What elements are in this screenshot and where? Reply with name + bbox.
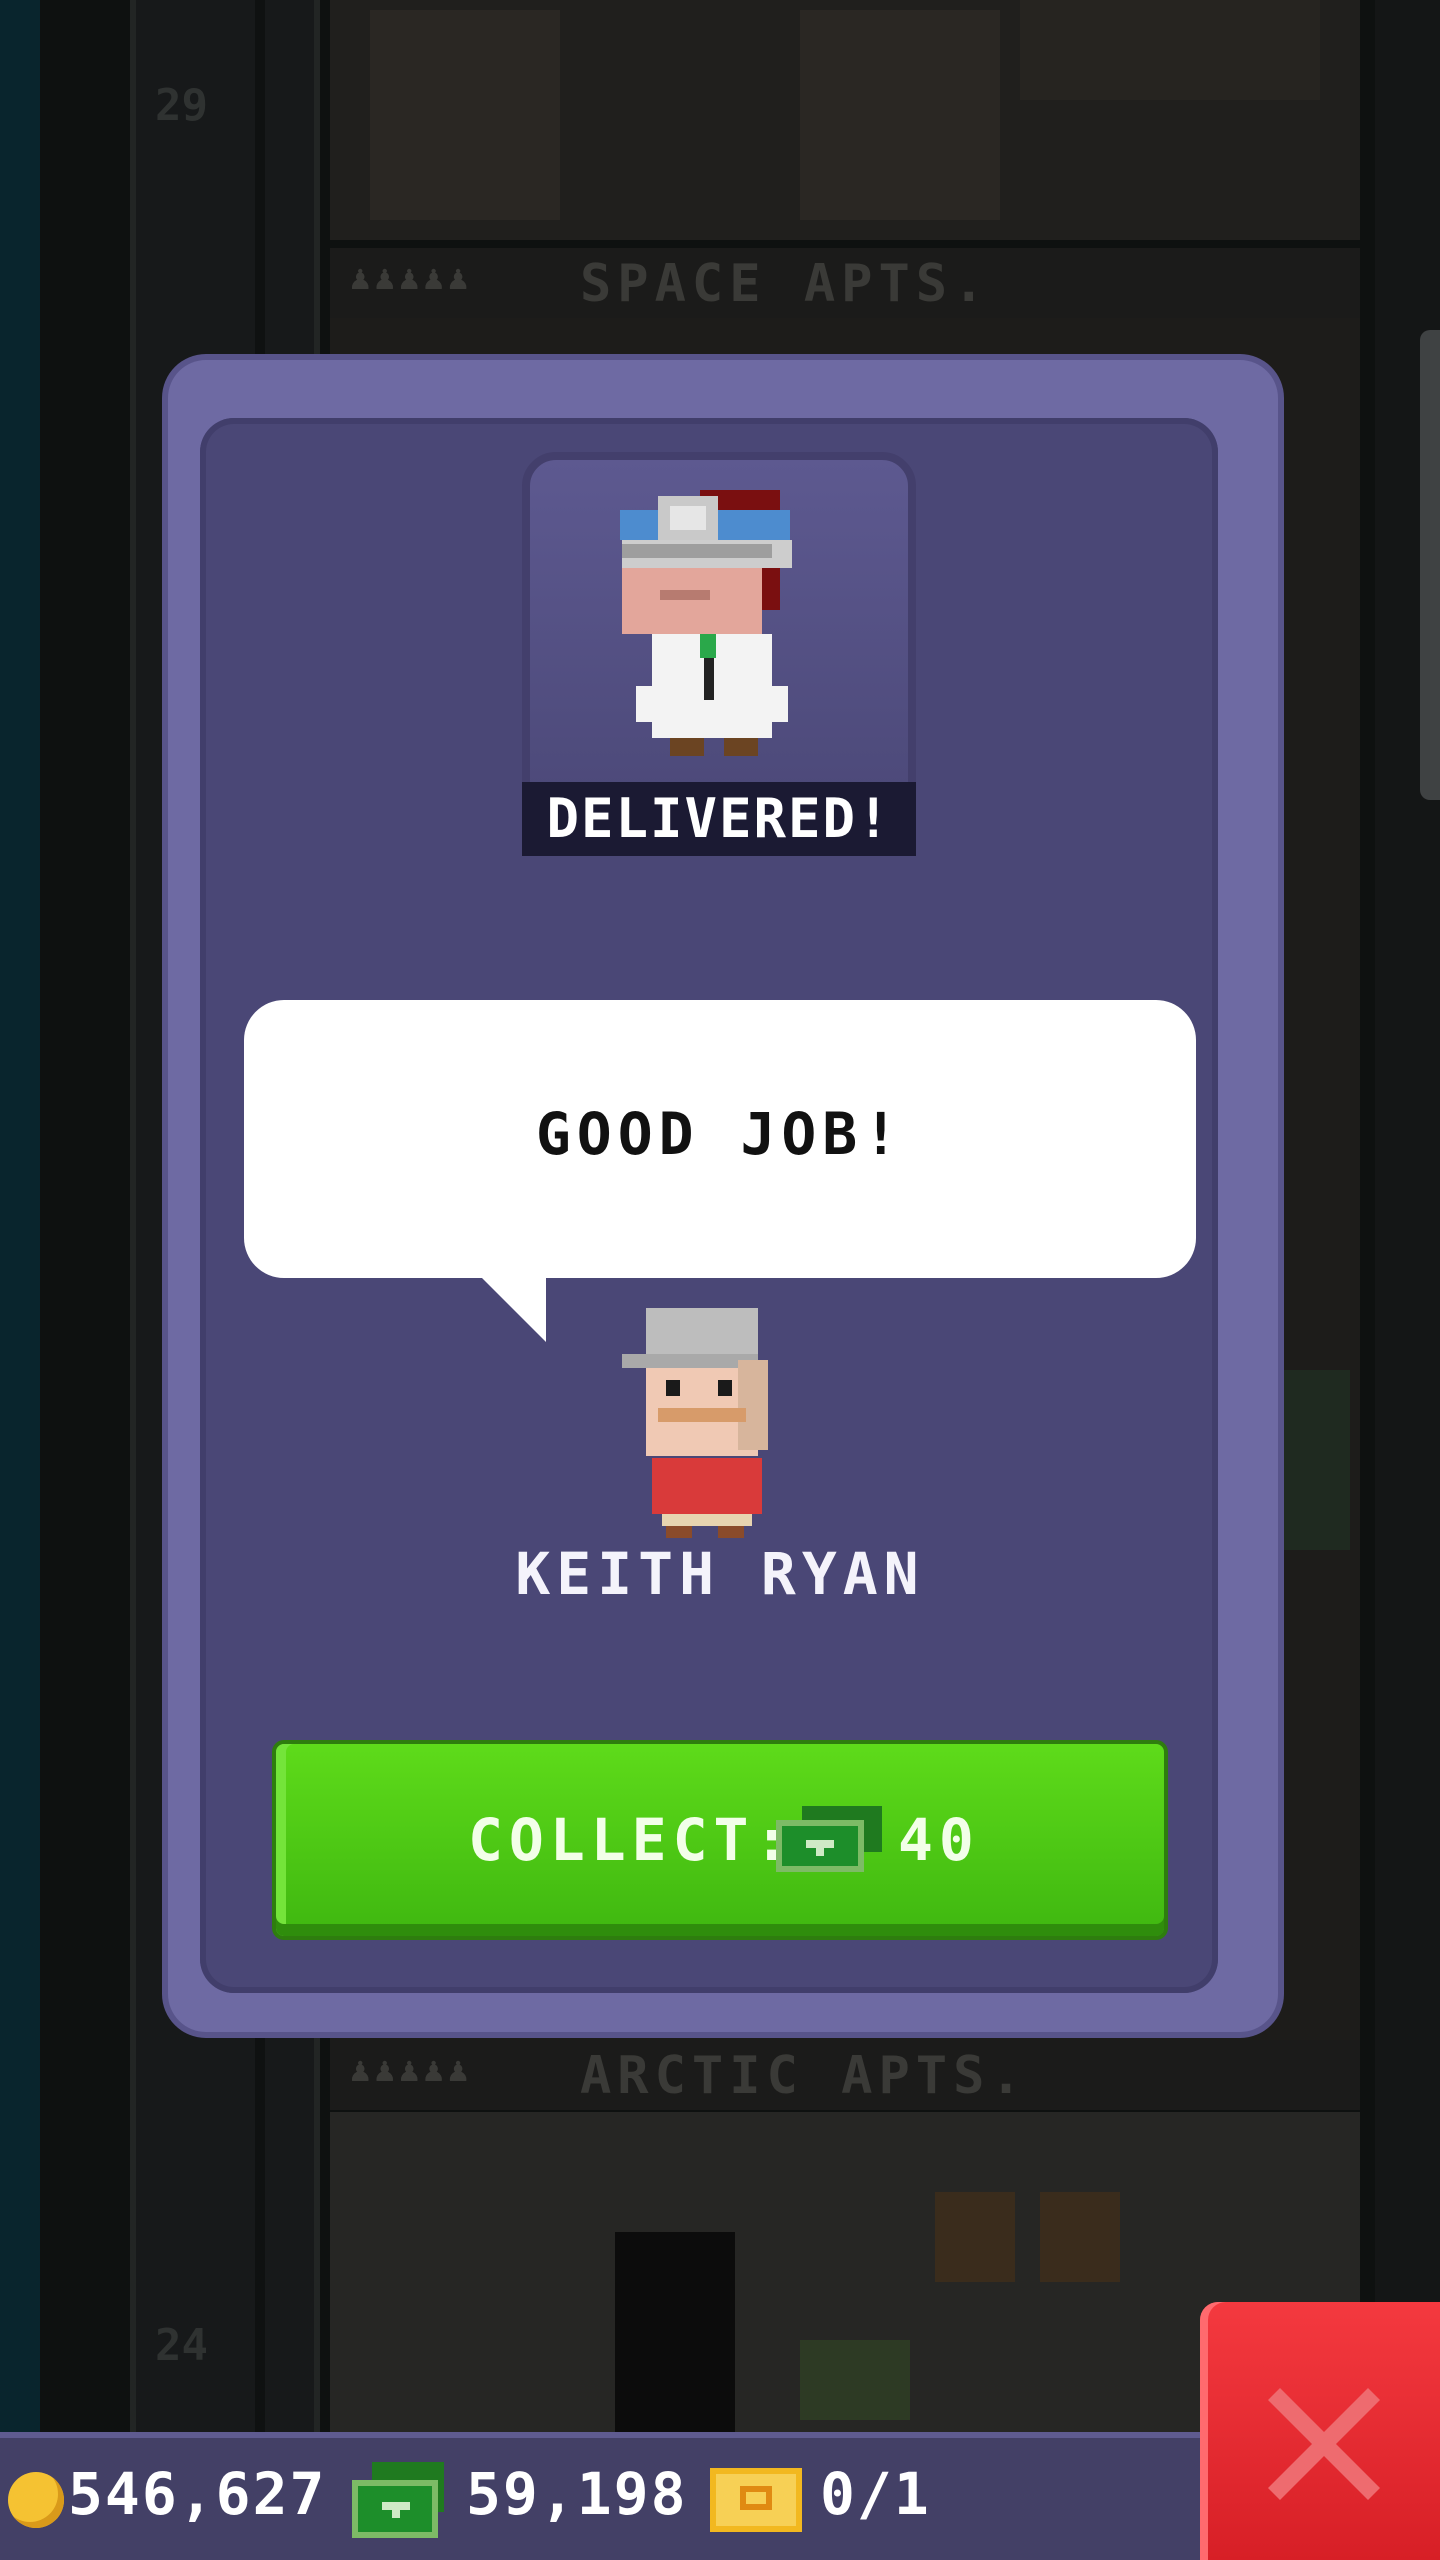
resident-avatar-icon	[622, 1308, 768, 1538]
golden-ticket-icon	[710, 2468, 802, 2532]
floor-29-menu-board	[1020, 0, 1320, 100]
speech-bubble-tail	[480, 1276, 546, 1342]
bux-icon	[776, 1806, 882, 1872]
floor-24-picture-left	[935, 2192, 1015, 2282]
floor-24-label: ARCTIC APTS.	[580, 2046, 1028, 2106]
close-icon	[1268, 2388, 1380, 2500]
coins-count: 546,627	[68, 2460, 327, 2528]
collect-amount: 40	[898, 1806, 980, 1874]
collect-label: COLLECT:	[468, 1806, 796, 1874]
floor-number-24: 24	[155, 2320, 208, 2371]
floor-24-painting	[800, 2340, 910, 2420]
floor-24-picture-right	[1040, 2192, 1120, 2282]
scientist-avatar-icon	[620, 490, 792, 756]
floor-29-table-left	[370, 10, 560, 220]
tickets-count: 0/1	[820, 2460, 931, 2528]
floor-24-doorway	[615, 2232, 735, 2442]
bux-count: 59,198	[466, 2460, 688, 2528]
floor-29-label: SPACE APTS.	[580, 254, 991, 314]
floor-number-29: 29	[155, 80, 208, 131]
floor-24-occupancy-icons: ♟♟♟♟♟	[350, 2050, 473, 2090]
resident-name: KEITH RYAN	[515, 1540, 925, 1608]
speech-text: GOOD JOB!	[535, 1100, 905, 1168]
delivered-banner: DELIVERED!	[522, 782, 916, 856]
floor-plant	[1280, 1370, 1350, 1550]
floor-29-table-right	[800, 10, 1000, 220]
scroll-thumb[interactable]	[1420, 330, 1440, 800]
floor-29-occupancy-icons: ♟♟♟♟♟	[350, 258, 473, 298]
tower-left-edge	[0, 0, 40, 2560]
coin-icon	[8, 2472, 64, 2528]
bux-currency-icon	[352, 2462, 444, 2538]
